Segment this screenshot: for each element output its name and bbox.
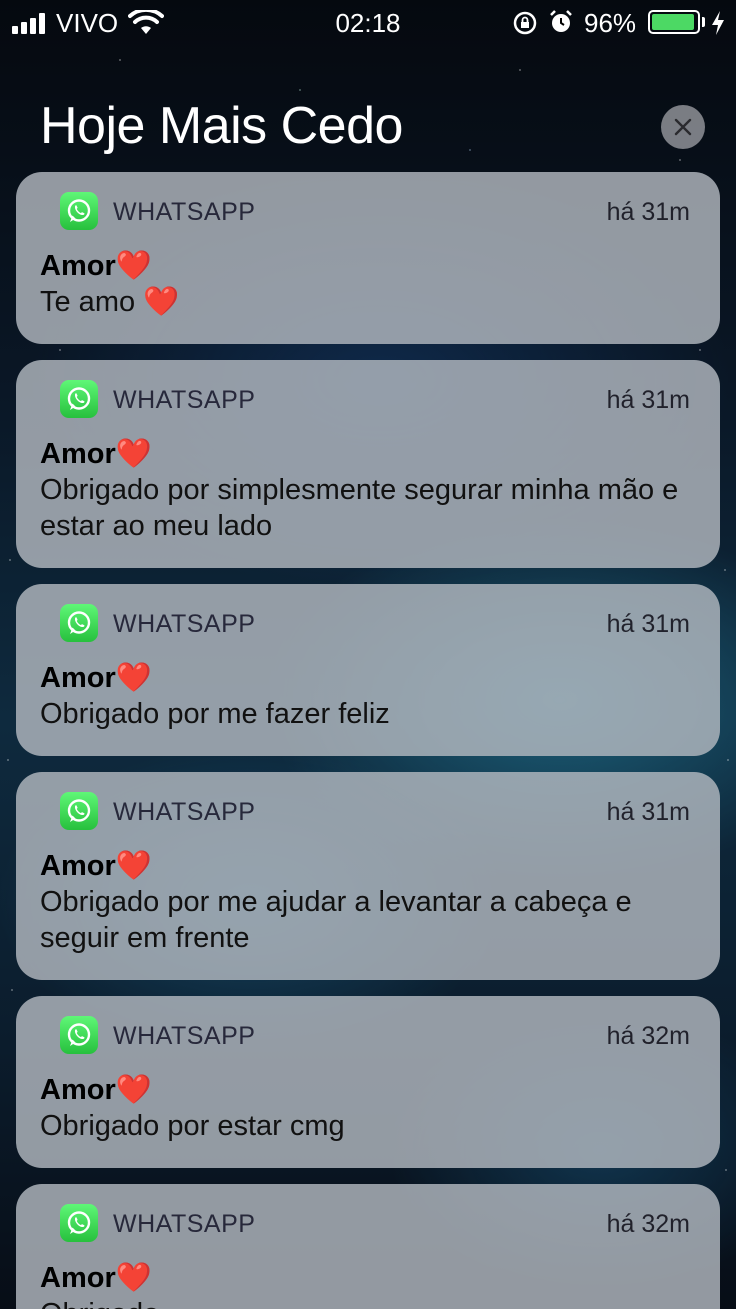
clear-notifications-button[interactable] [661,105,705,149]
notification-card[interactable]: WHATSAPP há 31m Amor❤️ Obrigado por simples… [16,360,720,568]
status-bar: VIVO 02:18 96% [0,0,736,48]
notification-time: há 32m [606,1022,690,1050]
whatsapp-icon [60,380,98,418]
message-text: Obrigado por estar cmg [40,1110,345,1142]
notification-header: WHATSAPP há 32m [40,1184,690,1264]
notification-card[interactable]: WHATSAPP há 31m Amor❤️ Te amo ❤️ [16,172,720,344]
sender-name: Amor❤️ [40,1262,152,1294]
app-name: WHATSAPP [113,198,256,226]
notification-time: há 31m [606,198,690,226]
battery-icon [648,10,700,34]
whatsapp-icon [60,192,98,230]
notification-time: há 31m [606,610,690,638]
app-name: WHATSAPP [113,610,256,638]
notification-card[interactable]: WHATSAPP há 32m Amor❤️ Obrigado por estar c… [16,996,720,1168]
notification-body: Amor❤️ Obrigado por me ajudar a levantar … [40,848,690,980]
charging-bolt-icon [712,11,724,35]
notification-card[interactable]: WHATSAPP há 31m Amor❤️ Obrigado por me ajud… [16,772,720,980]
sender-name: Amor❤️ [40,662,152,694]
notification-header: WHATSAPP há 31m [40,584,690,664]
app-name: WHATSAPP [113,1210,256,1238]
notification-header: WHATSAPP há 32m [40,996,690,1076]
notification-body: Amor❤️ Obrigado por me fazer feliz [40,660,690,756]
battery-level-fill [652,14,695,30]
notification-list: WHATSAPP há 31m Amor❤️ Te amo ❤️ WHATSAPP há … [16,172,720,1309]
notification-time: há 32m [606,1210,690,1238]
message-text: Obrigado por me ajudar a levantar a cabe… [40,886,632,954]
notification-header: WHATSAPP há 31m [40,172,690,252]
message-text: Te amo ❤️ [40,286,180,318]
notification-time: há 31m [606,386,690,414]
notification-time: há 31m [606,798,690,826]
sender-name: Amor❤️ [40,250,152,282]
app-name: WHATSAPP [113,386,256,414]
whatsapp-icon [60,1204,98,1242]
rotation-lock-icon [513,11,537,35]
notification-body: Amor❤️ Obrigado [40,1260,690,1309]
message-text: Obrigado [40,1296,690,1309]
message-text: Obrigado por me fazer feliz [40,698,390,730]
sender-name: Amor❤️ [40,1074,152,1106]
sender-name: Amor❤️ [40,850,152,882]
notification-body: Amor❤️ Obrigado por estar cmg [40,1072,690,1168]
alarm-icon [550,10,572,32]
section-title: Hoje Mais Cedo [40,97,403,155]
battery-percent: 96% [584,8,637,38]
whatsapp-icon [60,792,98,830]
notification-header: WHATSAPP há 31m [40,360,690,440]
notification-body: Amor❤️ Te amo ❤️ [40,248,690,344]
notification-header: WHATSAPP há 31m [40,772,690,852]
close-icon [674,118,692,136]
battery-cap [702,17,705,27]
notification-card[interactable]: WHATSAPP há 31m Amor❤️ Obrigado por me faze… [16,584,720,756]
message-text: Obrigado por simplesmente segurar minha … [40,474,679,542]
sender-name: Amor❤️ [40,438,152,470]
notification-body: Amor❤️ Obrigado por simplesmente segurar … [40,436,690,568]
app-name: WHATSAPP [113,798,256,826]
whatsapp-icon [60,1016,98,1054]
whatsapp-icon [60,604,98,642]
app-name: WHATSAPP [113,1022,256,1050]
notification-card[interactable]: WHATSAPP há 32m Amor❤️ Obrigado [16,1184,720,1309]
